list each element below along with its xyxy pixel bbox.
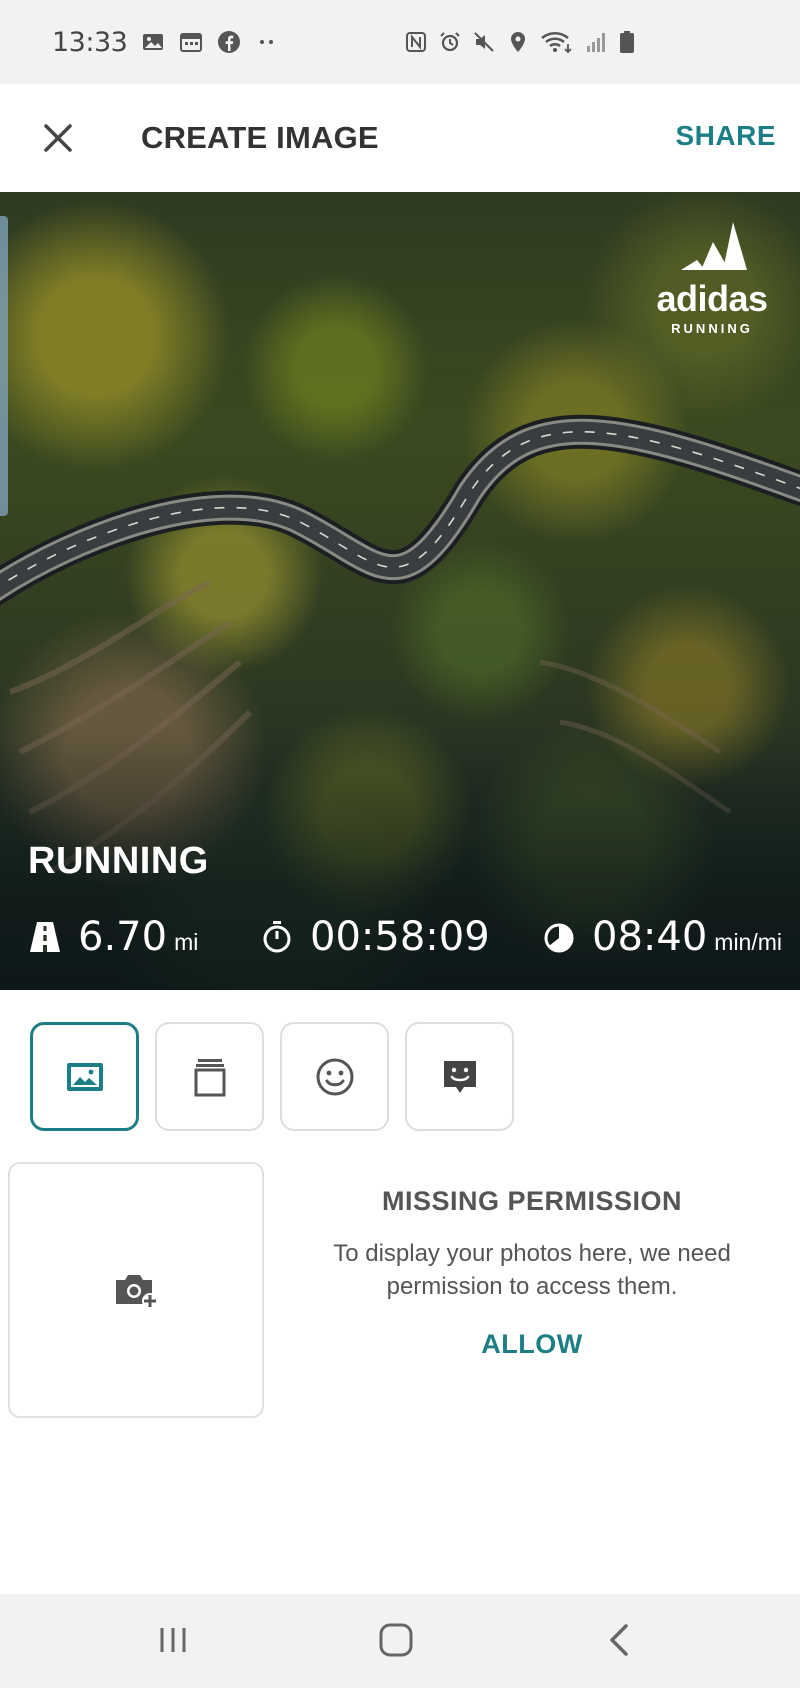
- home-icon[interactable]: [376, 1620, 416, 1660]
- pace-stat: 08:40 min/mi: [542, 914, 782, 960]
- location-icon: [511, 32, 525, 52]
- app-bar: CREATE IMAGE SHARE: [0, 84, 800, 192]
- pace-unit: min/mi: [714, 929, 783, 955]
- take-photo-button[interactable]: [8, 1162, 264, 1418]
- pace-icon: [544, 923, 574, 953]
- nfc-icon: [406, 32, 426, 52]
- close-button[interactable]: [34, 114, 82, 162]
- system-nav-bar: [0, 1594, 800, 1688]
- signal-icon: [587, 33, 605, 52]
- duration-value: 00:58:09: [310, 914, 490, 960]
- layout-tab[interactable]: [155, 1022, 264, 1131]
- permission-notice: MISSING PERMISSION To display your photo…: [282, 1186, 782, 1360]
- status-left-icons: [141, 30, 279, 54]
- permission-line-2: permission to access them.: [386, 1273, 678, 1300]
- duration-stat: 00:58:09: [260, 914, 490, 960]
- activity-title: RUNNING: [28, 840, 209, 882]
- smiley-icon: [316, 1058, 353, 1095]
- brand-name: adidas: [656, 278, 768, 319]
- permission-title: MISSING PERMISSION: [381, 1186, 683, 1216]
- permission-line-1: To display your photos here, we need: [333, 1240, 731, 1267]
- facebook-icon: [218, 31, 241, 53]
- gallery-notification-icon: [143, 34, 164, 50]
- distance-stat: 6.70 mi: [28, 914, 198, 960]
- mute-icon: [474, 32, 494, 52]
- distance-value: 6.70: [78, 914, 168, 960]
- allow-button[interactable]: ALLOW: [481, 1329, 582, 1360]
- image-icon: [66, 1062, 103, 1091]
- brand-sub: RUNNING: [671, 321, 753, 336]
- sticker-icon: [443, 1060, 476, 1093]
- status-right-icons: [404, 0, 636, 84]
- permission-message: To display your photos here, we need per…: [282, 1237, 782, 1303]
- battery-icon: [620, 31, 634, 53]
- more-dots-icon: [260, 40, 274, 44]
- sticker-tab[interactable]: [405, 1022, 514, 1131]
- adidas-logo: adidas RUNNING: [652, 220, 772, 336]
- add-photo-icon: [116, 1275, 158, 1309]
- layers-icon: [194, 1058, 225, 1096]
- stopwatch-icon: [263, 921, 291, 953]
- wifi-icon: [541, 31, 572, 54]
- status-bar: 13:33: [0, 0, 800, 84]
- calendar-notification-icon: [180, 33, 203, 52]
- emoji-tab[interactable]: [280, 1022, 389, 1131]
- adidas-stripes-icon: [681, 222, 747, 270]
- page-title: CREATE IMAGE: [141, 120, 379, 155]
- editor-tools: [30, 1022, 514, 1131]
- activity-stats: 6.70 mi 00:58:09 08:40 min/mi: [0, 914, 800, 964]
- distance-unit: mi: [174, 929, 199, 955]
- road-icon: [30, 922, 60, 952]
- alarm-icon: [440, 32, 460, 52]
- status-time: 13:33: [52, 26, 128, 58]
- pace-value: 08:40: [592, 914, 708, 960]
- recent-apps-icon[interactable]: [153, 1620, 193, 1660]
- preview-image: adidas RUNNING RUNNING 6.70 mi 00:58:09: [0, 192, 800, 990]
- share-button[interactable]: SHARE: [675, 120, 776, 152]
- back-icon[interactable]: [600, 1620, 640, 1660]
- background-image-tab[interactable]: [30, 1022, 139, 1131]
